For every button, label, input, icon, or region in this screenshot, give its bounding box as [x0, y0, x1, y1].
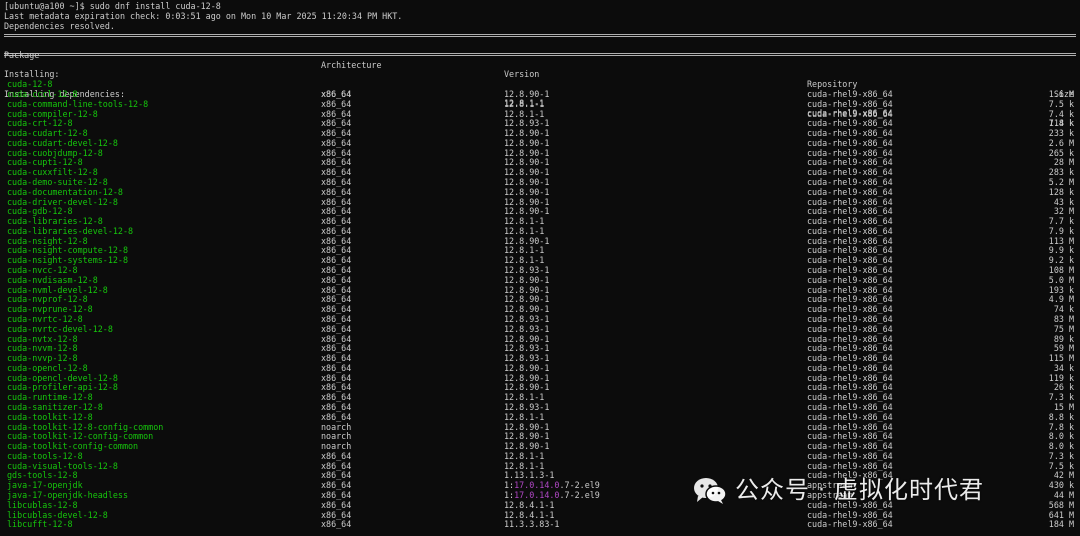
package-size: 75 M — [1053, 323, 1074, 334]
package-version: 12.8.93-1 — [504, 323, 550, 334]
installing-section-label: Installing: — [0, 60, 1080, 79]
watermark-account-type: 公众号 — [735, 476, 810, 505]
package-size: 184 M — [1048, 519, 1074, 530]
dependency-row: libcufft-12-8 x86_64 11.3.3.83-1 cuda-rhel9… — [0, 520, 1080, 530]
package-repo: cuda-rhel9-x86_64 — [807, 519, 893, 530]
watermark-account-name: 虚拟化时代君 — [834, 476, 984, 505]
watermark: 公众号 · 虚拟化时代君 — [693, 476, 984, 506]
wechat-icon — [693, 477, 727, 505]
version-epoch: 1: — [504, 489, 515, 500]
package-version: 11.3.3.83-1 — [504, 519, 560, 530]
header-separator-bottom — [4, 53, 1076, 56]
watermark-dot: · — [818, 478, 826, 504]
version-highlight: 17.0.14.0 — [514, 480, 560, 491]
dependencies-resolved-line: Dependencies resolved. — [4, 21, 115, 31]
header-separator-top — [4, 34, 1076, 37]
version-release: .7-2.el9 — [559, 480, 600, 491]
package-repo: cuda-rhel9-x86_64 — [807, 323, 893, 334]
version-release: .7-2.el9 — [559, 489, 600, 500]
terminal-window[interactable]: [ubuntu@a100 ~]$ sudo dnf install cuda-1… — [0, 0, 1080, 536]
package-name: libcufft-12-8 — [7, 519, 73, 530]
version-highlight: 17.0.14.0 — [514, 489, 560, 500]
main-package-row: cuda-12-8 x86_64 12.8.1-1 cuda-rhel9-x86… — [0, 70, 1080, 128]
version-epoch: 1: — [504, 480, 515, 491]
package-arch: x86_64 — [321, 519, 352, 530]
package-arch: x86_64 — [321, 323, 352, 334]
column-header-row: Package Architecture Version Repository … — [0, 41, 1080, 99]
package-name: cuda-nvrtc-devel-12-8 — [7, 323, 113, 334]
